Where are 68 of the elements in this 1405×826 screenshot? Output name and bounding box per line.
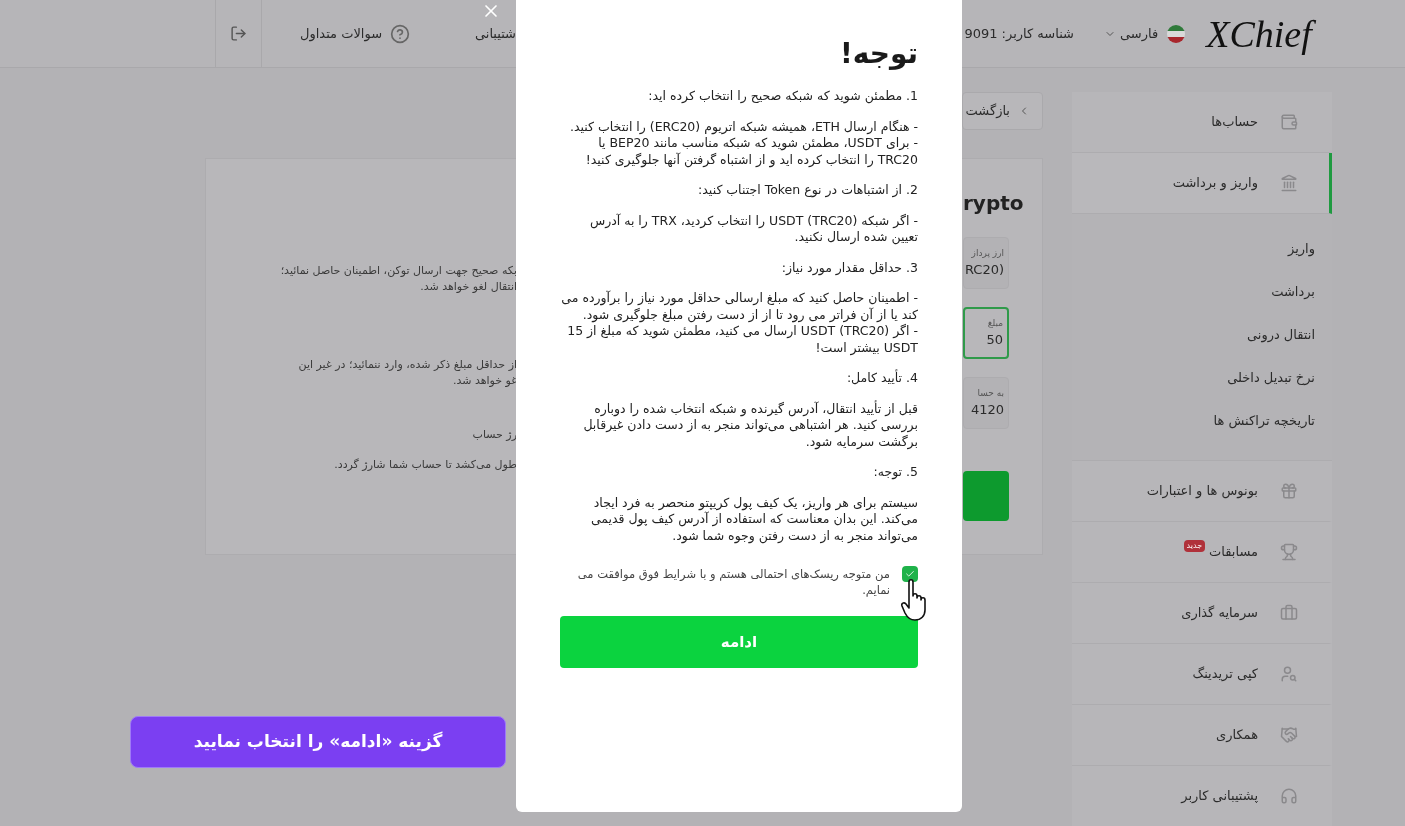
sidebar-item[interactable]: مسابقات جدید xyxy=(1072,522,1332,583)
section-text: - هنگام ارسال ETH، همیشه شبکه اتریوم (ERC20) را انتخاب کنید. xyxy=(569,118,918,135)
section-heading: 4. تأیید کامل: xyxy=(845,370,918,387)
field-value: RC20) xyxy=(964,261,1004,279)
new-badge: جدید xyxy=(1183,540,1206,552)
item-label: سرمایه گذاری xyxy=(1181,604,1258,623)
section-heading: 5. توجه: xyxy=(872,464,918,481)
note-text: طول می‌کشد تا حساب شما شارژ گردد. xyxy=(334,457,517,473)
note-text: انتقال لغو خواهد شد. xyxy=(420,279,517,295)
field-label: ارز پرداز xyxy=(971,246,1004,260)
note-text: بکه صحیح جهت ارسال توکن، اطمینان حاصل نمائید؛ xyxy=(280,263,517,279)
item-label: واریز و برداشت xyxy=(1172,174,1258,193)
checkbox[interactable] xyxy=(902,566,918,582)
menu-icon xyxy=(1280,726,1298,744)
sidebar-item[interactable]: بونوس ها و اعتبارات xyxy=(1072,461,1332,522)
sidebar-item[interactable]: سرمایه گذاری xyxy=(1072,583,1332,644)
card-title: rypto xyxy=(963,193,1025,213)
item-label: حساب‌ها xyxy=(1211,113,1258,132)
menu-icon xyxy=(1280,543,1298,561)
field-value: 4120 xyxy=(970,401,1004,419)
menu-icon xyxy=(1280,787,1298,805)
submenu-item[interactable]: واریز xyxy=(1072,227,1315,270)
section-heading: 1. مطمئن شوید که شبکه صحیح را انتخاب کرده اید: xyxy=(647,88,918,105)
user-id: شناسه کاربر: 9091 xyxy=(963,24,1074,44)
sidebar-item[interactable]: واریز و برداشت xyxy=(1072,153,1332,214)
instruction-banner: گزینه «ادامه» را انتخاب نمایید xyxy=(130,716,506,768)
section-heading: 3. حداقل مقدار مورد نیاز: xyxy=(780,259,918,276)
sidebar-item[interactable]: پشتیبانی کاربر xyxy=(1072,766,1332,826)
field-label: به حسا xyxy=(977,386,1004,400)
section-heading: 2. از اشتباهات در نوع Token اجتناب کنید: xyxy=(697,182,918,199)
item-label: مسابقات xyxy=(1209,543,1258,562)
field-label: مبلغ xyxy=(987,316,1003,330)
section-text: سیستم برای هر واریز، یک کیف پول کریپتو منحصر به فرد ایجاد می‌کند. این بدان معناست که استفاده از آدرس کیف پول قدیمی می‌تواند منجر به از دست رفتن وجوه شما شود. xyxy=(589,494,918,544)
sidebar-item[interactable]: همکاری xyxy=(1072,705,1332,766)
dialog-title: توجه! xyxy=(839,36,918,72)
submenu-item[interactable]: انتقال درونی xyxy=(1072,313,1315,356)
help-icon xyxy=(390,23,411,44)
section-text: - اگر (USDT (TRC20 ارسال می کنید، مطمئن شوید که مبلغ از 15 USDT بیشتر است! xyxy=(566,323,918,356)
menu-icon xyxy=(1280,665,1298,683)
back-button[interactable]: بازگشت xyxy=(962,92,1043,130)
logout-button[interactable] xyxy=(215,0,262,67)
note-text: غو خواهد شد. xyxy=(452,373,517,389)
submenu-item[interactable]: نرخ تبدیل داخلی xyxy=(1072,356,1315,399)
section-text: - اگر شبکه (USDT (TRC20 را انتخاب کردید، TRX را به آدرس تعیین شده ارسال نکنید. xyxy=(588,212,918,246)
section-text: قبل از تأیید انتقال، آدرس گیرنده و شبکه انتخاب شده را دوباره بررسی کنید. هر اشتباهی می‌تواند منجر به از دست دادن غیرقابل برگشت سرمایه شود. xyxy=(582,400,918,450)
support-link[interactable]: شتیبانی xyxy=(474,23,516,44)
item-label: پشتیبانی کاربر xyxy=(1181,787,1258,806)
check-icon xyxy=(905,569,915,579)
language-dropdown[interactable]: فارسی xyxy=(1104,23,1159,44)
menu-icon xyxy=(1280,113,1298,131)
menu-icon xyxy=(1280,604,1298,622)
item-label: همکاری xyxy=(1216,726,1258,745)
section-text: - اطمینان حاصل کنید که مبلغ ارسالی حداقل مورد نیاز را برآورده می کند یا از آن فراتر می رود تا از از دست رفتن مبلغ جلوگیری شود. xyxy=(560,290,918,323)
note-text: رژ حساب xyxy=(472,427,517,443)
faq-link[interactable]: سوالات متداول xyxy=(300,23,411,44)
submenu-item[interactable]: تاریخچه تراکنش ها xyxy=(1072,399,1315,442)
note-text: از حداقل مبلغ ذکر شده، وارد ننمائید؛ در غیر این xyxy=(298,357,517,373)
menu-icon xyxy=(1280,482,1298,500)
section-text: - برای USDT، مطمئن شوید که شبکه مناسب مانند BEP20 یا TRC20 را انتخاب کرده اید و از اشتباه گرفتن آنها جلوگیری کنید! xyxy=(584,135,918,168)
item-label: کپی تریدینگ xyxy=(1192,665,1258,684)
sidebar-item[interactable]: کپی تریدینگ xyxy=(1072,644,1332,705)
logout-icon xyxy=(230,25,247,42)
field-value: 50 xyxy=(986,331,1003,349)
menu-icon xyxy=(1280,174,1298,192)
flag-icon xyxy=(1166,23,1187,44)
submenu-item[interactable]: برداشت xyxy=(1072,270,1315,313)
agreement-label: من متوجه ریسک‌های احتمالی هستم و با شرایط فوق موافقت می نمایم. xyxy=(576,566,890,598)
item-label: بونوس ها و اعتبارات xyxy=(1146,482,1258,501)
